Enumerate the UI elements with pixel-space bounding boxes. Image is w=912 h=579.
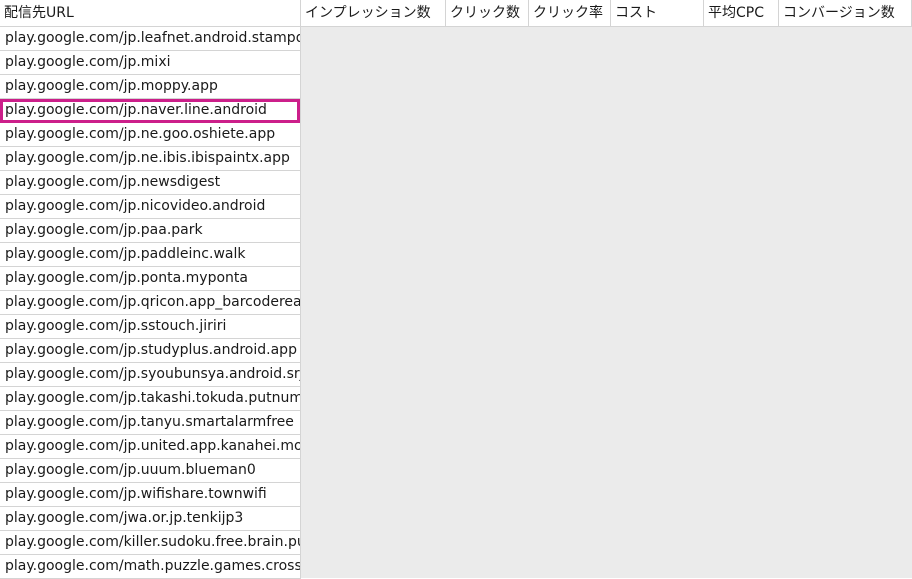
- column-header-cost[interactable]: コスト: [611, 0, 704, 27]
- empty-data-area: [301, 27, 912, 578]
- url-cell[interactable]: play.google.com/jwa.or.jp.tenkijp3: [0, 507, 300, 531]
- url-cell[interactable]: play.google.com/killer.sudoku.free.brain…: [0, 531, 300, 555]
- url-cell[interactable]: play.google.com/jp.uuum.blueman0: [0, 459, 300, 483]
- column-header-ctr[interactable]: クリック率: [529, 0, 611, 27]
- url-cell[interactable]: play.google.com/jp.syoubunsya.android.sr…: [0, 363, 300, 387]
- url-cell[interactable]: play.google.com/jp.paddleinc.walk: [0, 243, 300, 267]
- url-column: play.google.com/jp.leafnet.android.stamp…: [0, 27, 301, 579]
- url-cell[interactable]: play.google.com/math.puzzle.games.crossn: [0, 555, 300, 579]
- column-header-impressions[interactable]: インプレッション数: [301, 0, 446, 27]
- url-cell-highlighted[interactable]: play.google.com/jp.naver.line.android: [0, 99, 300, 123]
- url-cell[interactable]: play.google.com/jp.studyplus.android.app: [0, 339, 300, 363]
- url-cell[interactable]: play.google.com/jp.united.app.kanahei.mo…: [0, 435, 300, 459]
- url-cell[interactable]: play.google.com/jp.takashi.tokuda.putnum: [0, 387, 300, 411]
- url-cell[interactable]: play.google.com/jp.newsdigest: [0, 171, 300, 195]
- url-cell[interactable]: play.google.com/jp.mixi: [0, 51, 300, 75]
- url-cell[interactable]: play.google.com/jp.ne.ibis.ibispaintx.ap…: [0, 147, 300, 171]
- column-header-clicks[interactable]: クリック数: [446, 0, 529, 27]
- url-cell[interactable]: play.google.com/jp.tanyu.smartalarmfree: [0, 411, 300, 435]
- url-cell[interactable]: play.google.com/jp.sstouch.jiriri: [0, 315, 300, 339]
- header-row: 配信先URL インプレッション数 クリック数 クリック率 コスト 平均CPC コ…: [0, 0, 912, 27]
- column-header-avg-cpc[interactable]: 平均CPC: [704, 0, 779, 27]
- spreadsheet: 配信先URL インプレッション数 クリック数 クリック率 コスト 平均CPC コ…: [0, 0, 912, 579]
- url-cell[interactable]: play.google.com/jp.wifishare.townwifi: [0, 483, 300, 507]
- url-cell[interactable]: play.google.com/jp.ponta.myponta: [0, 267, 300, 291]
- sheet-body: play.google.com/jp.leafnet.android.stamp…: [0, 27, 912, 579]
- column-header-url[interactable]: 配信先URL: [0, 0, 301, 27]
- url-cell[interactable]: play.google.com/jp.leafnet.android.stamp…: [0, 27, 300, 51]
- column-header-conversions[interactable]: コンバージョン数: [779, 0, 912, 27]
- url-cell[interactable]: play.google.com/jp.ne.goo.oshiete.app: [0, 123, 300, 147]
- url-cell[interactable]: play.google.com/jp.qricon.app_barcoderea…: [0, 291, 300, 315]
- url-cell[interactable]: play.google.com/jp.moppy.app: [0, 75, 300, 99]
- url-cell[interactable]: play.google.com/jp.nicovideo.android: [0, 195, 300, 219]
- url-cell[interactable]: play.google.com/jp.paa.park: [0, 219, 300, 243]
